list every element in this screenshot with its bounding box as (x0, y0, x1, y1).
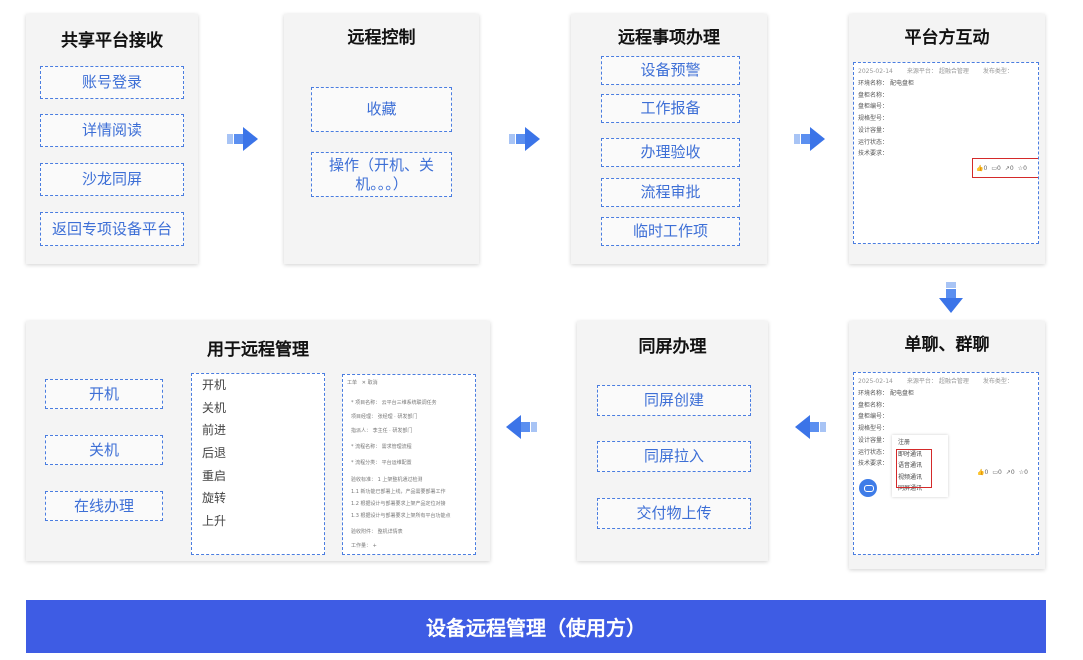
form-row: 1.1 新功能已部署上线，产品需要部署工作 (351, 489, 446, 495)
item-account-login[interactable]: 账号登录 (40, 66, 184, 99)
mini-field-list: 环境名称： 配电盘柜 盘柜名称： 盘柜编号： 规格型号： 设计容量： 运行状态：… (858, 80, 914, 158)
item-approval[interactable]: 流程审批 (601, 178, 740, 207)
form-row: 验收附件： 整机详情表 (351, 529, 403, 535)
card-remote-affairs: 远程事项办理 设备预警 工作报备 办理验收 流程审批 临时工作项 (571, 14, 767, 264)
card-title: 用于远程管理 (207, 340, 309, 360)
command-restart[interactable]: 重启 (192, 465, 324, 488)
arrow-down-icon (939, 282, 963, 313)
command-rotate[interactable]: 旋转 (192, 487, 324, 510)
card-share-platform-receive: 共享平台接收 账号登录 详情阅读 沙龙同屏 返回专项设备平台 (26, 14, 198, 264)
item-work-report[interactable]: 工作报备 (601, 94, 740, 123)
mini-screenshot-chat: 2025-02-14 来源平台： 超融合管理 发布类型： 环境名称： 配电盘柜 盘柜… (853, 372, 1039, 555)
like-icon[interactable]: 👍0 (977, 469, 988, 476)
item-power-off[interactable]: 关机 (45, 435, 163, 465)
arrow-right-icon (794, 127, 825, 151)
comment-icon[interactable]: ▭0 (992, 469, 1002, 476)
form-tab-cancel[interactable]: ✕ 取消 (362, 380, 378, 386)
form-row: * 流程名称： 需求管理流程 (351, 444, 412, 450)
command-backward[interactable]: 后退 (192, 442, 324, 465)
arrow-left-icon (506, 415, 537, 439)
command-power-on[interactable]: 开机 (192, 374, 324, 397)
mini-work-order-form: 工单 ✕ 取消 * 项目名称： 云平台三维系统联调任务 项目经理： 张经理 · … (342, 374, 476, 555)
form-row: * 流程分类： 平台运维配置 (351, 460, 412, 466)
menu-highlight (896, 449, 932, 488)
item-device-warning[interactable]: 设备预警 (601, 56, 740, 85)
form-row: 项目经理： 张经理 · 研发部门 (351, 414, 418, 420)
card-chat: 单聊、群聊 2025-02-14 来源平台： 超融合管理 发布类型： 环境名称： 配… (849, 321, 1045, 569)
item-screen-create[interactable]: 同屏创建 (597, 385, 751, 416)
item-power-on[interactable]: 开机 (45, 379, 163, 409)
item-deliverable-upload[interactable]: 交付物上传 (597, 498, 751, 529)
chat-bubble-icon[interactable] (859, 479, 877, 497)
form-tab-order[interactable]: 工单 (347, 380, 357, 386)
command-list: 开机 关机 前进 后退 重启 旋转 上升 (191, 373, 325, 555)
mini-screenshot-detail: 2025-02-14 来源平台： 超融合管理 发布类型： 环境名称： 配电盘柜 盘柜… (853, 62, 1039, 244)
item-favorite[interactable]: 收藏 (311, 87, 452, 132)
card-remote-management: 用于远程管理 开机 关机 在线办理 开机 关机 前进 后退 重启 旋转 上升 工… (26, 321, 490, 561)
arrow-right-icon (509, 127, 540, 151)
like-icon[interactable]: 👍0 (976, 165, 987, 172)
form-row: * 项目名称： 云平台三维系统联调任务 (351, 400, 437, 406)
star-icon[interactable]: ☆0 (1018, 165, 1027, 172)
command-power-off[interactable]: 关机 (192, 397, 324, 420)
item-acceptance[interactable]: 办理验收 (601, 138, 740, 167)
form-tabs: 工单 ✕ 取消 (347, 379, 378, 386)
card-title: 同屏办理 (638, 337, 707, 357)
item-screen-pull-in[interactable]: 同屏拉入 (597, 441, 751, 472)
comment-icon[interactable]: ▭0 (991, 165, 1001, 172)
command-forward[interactable]: 前进 (192, 419, 324, 442)
star-icon[interactable]: ☆0 (1019, 469, 1028, 476)
arrow-right-icon (227, 127, 258, 151)
item-online-handle[interactable]: 在线办理 (45, 491, 163, 521)
card-title: 远程事项办理 (618, 28, 720, 48)
item-temp-work[interactable]: 临时工作项 (601, 217, 740, 246)
card-platform-interaction: 平台方互动 2025-02-14 来源平台： 超融合管理 发布类型： 环境名称： 配… (849, 14, 1045, 264)
mini-action-bar[interactable]: 👍0 ▭0 ↗0 ☆0 (972, 158, 1038, 178)
form-row: 指派人： 李主任 · 研发部门 (351, 428, 413, 434)
card-remote-control: 远程控制 收藏 操作（开机、关机。。。） (284, 14, 479, 264)
form-row: 工作量： + (351, 543, 377, 549)
form-row: 验收标准： 1 上架整机通过检测 (351, 477, 423, 483)
mini-header: 2025-02-14 来源平台： 超融合管理 发布类型： (858, 68, 1013, 75)
arrow-left-icon (795, 415, 826, 439)
item-salon-screen-share[interactable]: 沙龙同屏 (40, 163, 184, 196)
item-return-platform[interactable]: 返回专项设备平台 (40, 212, 184, 246)
form-row: 1.2 根据设计与部署要求上架产品定位对接 (351, 501, 446, 507)
share-icon[interactable]: ↗0 (1005, 165, 1014, 172)
item-operate[interactable]: 操作（开机、关机。。。） (311, 152, 452, 197)
mini-action-bar[interactable]: 👍0 ▭0 ↗0 ☆0 (974, 466, 1038, 478)
mini-header: 2025-02-14 来源平台： 超融合管理 发布类型： (858, 378, 1013, 385)
menu-item-register[interactable]: 注册 (898, 437, 942, 449)
card-title: 共享平台接收 (61, 31, 163, 51)
form-row: 1.3 根据设计与部署要求上架所有平台功能点 (351, 513, 451, 519)
card-title: 平台方互动 (904, 28, 990, 48)
item-detail-read[interactable]: 详情阅读 (40, 114, 184, 147)
card-title: 单聊、群聊 (904, 335, 990, 355)
share-icon[interactable]: ↗0 (1006, 469, 1015, 476)
card-same-screen: 同屏办理 同屏创建 同屏拉入 交付物上传 (577, 321, 768, 561)
footer-banner: 设备远程管理（使用方） (26, 600, 1046, 653)
card-title: 远程控制 (347, 28, 416, 48)
command-ascend[interactable]: 上升 (192, 510, 324, 533)
